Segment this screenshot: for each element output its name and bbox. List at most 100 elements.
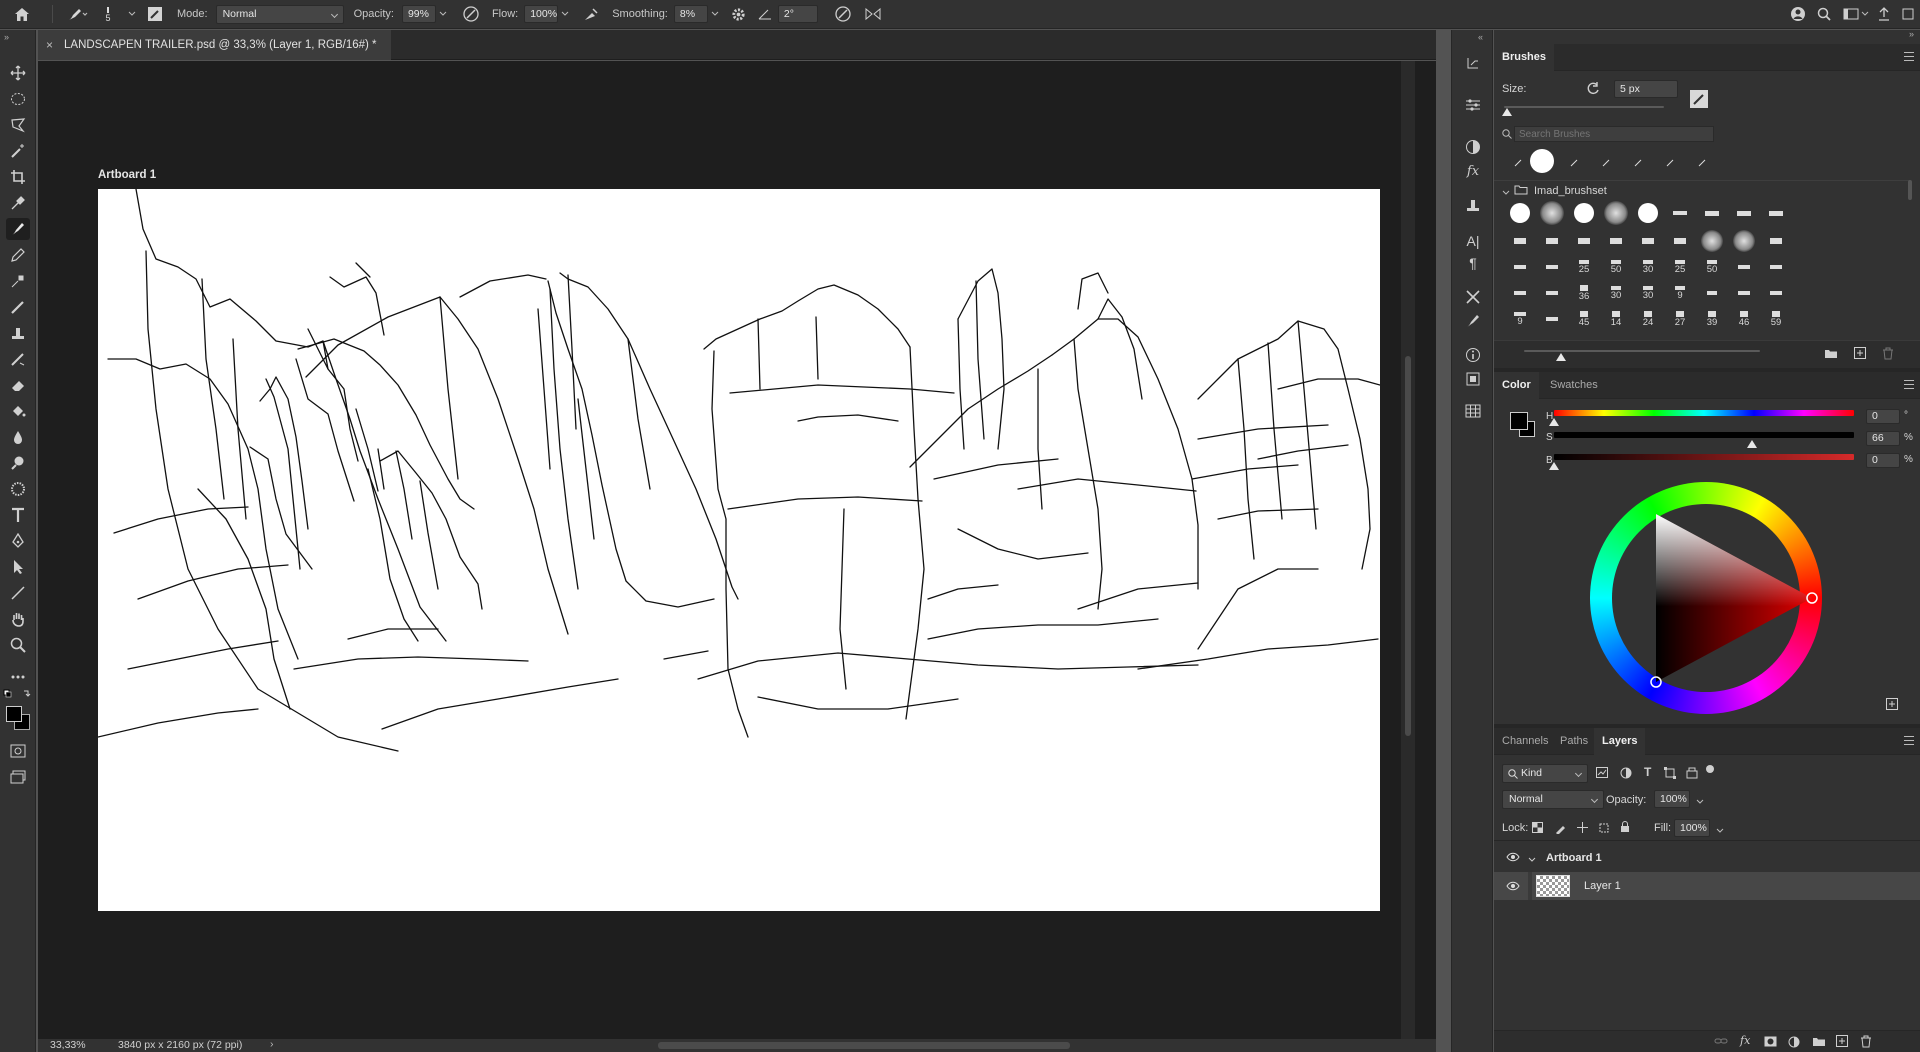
vertical-scroll-thumb[interactable] [1405,356,1411,736]
brush-preset[interactable] [1534,200,1570,226]
trash-icon[interactable] [1860,1035,1872,1051]
brush-tool-icon[interactable] [6,218,30,240]
mode-dropdown[interactable]: Normal [215,4,344,24]
effects-fx-icon[interactable]: fx [1462,160,1484,182]
brush-preset[interactable] [1694,200,1730,226]
filter-smart-object-icon[interactable] [1686,766,1698,782]
brush-preset[interactable]: 9 [1502,306,1538,332]
brush-size-indicator[interactable]: 5 [93,0,123,28]
info-icon[interactable] [1462,344,1484,366]
recent-brush-selected[interactable] [1524,148,1560,174]
panel-menu-icon[interactable] [1904,736,1914,745]
document-tab[interactable]: × LANDSCAPEN TRAILER.psd @ 33,3% (Layer … [38,30,391,60]
sv-triangle[interactable] [1590,482,1822,714]
brush-preset[interactable]: 36 [1566,280,1602,306]
brush-preset[interactable] [1534,254,1570,280]
eye-visibility-icon[interactable] [1506,881,1520,894]
symmetry-icon[interactable] [858,0,888,28]
brush-preset[interactable] [1502,254,1538,280]
chevron-right-icon[interactable]: › [270,1038,274,1050]
vertical-scrollbar[interactable] [1401,61,1415,1039]
hand-tool-icon[interactable] [6,608,30,630]
history-icon[interactable] [1462,52,1484,74]
brush-preset[interactable] [1630,228,1666,254]
chevron-down-icon[interactable] [436,11,450,17]
brush-size-slider[interactable] [1504,106,1664,108]
brush-preset[interactable]: 27 [1662,306,1698,332]
recent-brush[interactable] [1652,150,1688,176]
brush-settings-icon[interactable] [1462,310,1484,332]
collapse-dock-icon[interactable]: « [1478,32,1483,42]
brush-size-slider-thumb[interactable] [1502,108,1512,116]
tab-brushes[interactable]: Brushes [1494,44,1555,71]
brush-preset[interactable]: 25 [1566,254,1602,280]
canvas-area[interactable]: Artboard 1 [38,61,1436,1039]
saturation-slider[interactable] [1554,432,1854,438]
brush-preset[interactable] [1726,254,1762,280]
brush-preset[interactable]: 50 [1694,254,1730,280]
brush-preset[interactable]: 39 [1694,306,1730,332]
tab-channels[interactable]: Channels [1494,728,1556,755]
brush-preset[interactable] [1758,228,1794,254]
gear-icon[interactable] [726,0,752,28]
hue-slider[interactable] [1554,410,1854,416]
lasso-tool-icon[interactable] [6,114,30,136]
blur-tool-icon[interactable] [6,426,30,448]
home-icon[interactable] [0,0,44,28]
pen-tool-icon[interactable] [6,530,30,552]
flow-input[interactable]: 100% [524,5,559,23]
recent-brush[interactable] [1620,150,1656,176]
brush-size-input[interactable]: 5 px [1614,80,1678,98]
airbrush-icon[interactable] [576,0,606,28]
preview-size-slider[interactable] [1524,350,1760,352]
brush-preset[interactable] [1502,280,1538,306]
artboard-canvas[interactable] [97,188,1381,911]
pressure-opacity-icon[interactable] [456,0,486,28]
lock-artboard-icon[interactable] [1598,822,1610,837]
pencil-tool-icon[interactable] [6,244,30,266]
foreground-color-swatch[interactable] [6,706,22,722]
add-mask-icon[interactable] [1764,1036,1777,1050]
dodge-tool-icon[interactable] [6,452,30,474]
brush-preset[interactable] [1726,228,1762,254]
tab-swatches[interactable]: Swatches [1542,372,1606,399]
sponge-tool-icon[interactable] [6,478,30,500]
stamp-tool-icon[interactable] [6,322,30,344]
brush-preset[interactable]: 25 [1662,254,1698,280]
eyedropper-icon[interactable] [6,192,30,214]
brush-preset[interactable] [1534,280,1570,306]
move-tool-icon[interactable] [6,62,30,84]
hue-slider-thumb[interactable] [1549,418,1559,426]
lock-all-icon[interactable] [1620,821,1630,836]
chevron-down-icon[interactable] [1716,825,1724,837]
filter-toggle-icon[interactable] [1706,765,1714,773]
new-group-folder-icon[interactable] [1812,1036,1826,1050]
chevron-down-icon[interactable] [708,11,722,17]
recent-brush[interactable] [1556,150,1592,176]
brush-preset[interactable]: 14 [1598,306,1634,332]
pressure-size-icon[interactable] [828,0,858,28]
saturation-slider-thumb[interactable] [1747,440,1757,448]
grid-icon[interactable] [1462,400,1484,422]
brightness-slider-thumb[interactable] [1549,462,1559,470]
mixer-brush-icon[interactable] [6,296,30,318]
layer-row-artboard[interactable]: Artboard 1 [1494,844,1920,872]
history-brush-icon[interactable] [6,348,30,370]
magic-wand-icon[interactable] [6,140,30,162]
brush-preset[interactable] [1534,306,1570,332]
brush-preset[interactable] [1630,200,1666,226]
color-panel-swatches[interactable] [1510,412,1538,440]
brush-preset[interactable] [1694,228,1730,254]
type-tool-icon[interactable] [6,504,30,526]
blend-mode-dropdown[interactable]: Normal [1502,790,1604,809]
new-layer-icon[interactable] [1836,1035,1848,1050]
brush-preset[interactable] [1758,254,1794,280]
brush-preset[interactable] [1694,280,1730,306]
paint-bucket-icon[interactable] [6,400,30,422]
link-layers-icon[interactable] [1714,1036,1728,1049]
filter-pixel-icon[interactable] [1596,767,1608,781]
brush-preset[interactable]: 50 [1598,254,1634,280]
brush-preset[interactable]: 45 [1566,306,1602,332]
more-tools-icon[interactable] [6,666,30,688]
add-swatch-icon[interactable] [1886,698,1898,713]
